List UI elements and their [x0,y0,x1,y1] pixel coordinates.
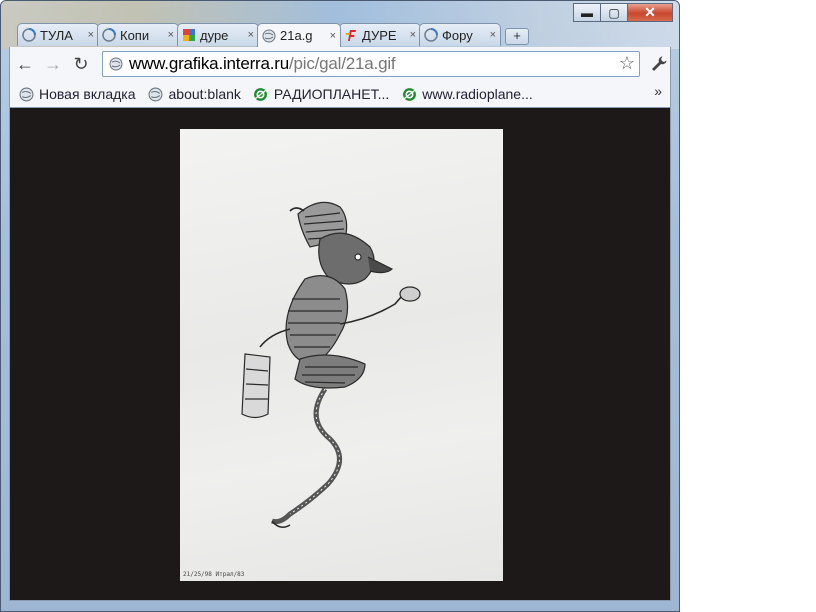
bookmark-label: www.radioplane... [422,86,533,102]
tab-1[interactable]: ТУЛА × [17,23,99,46]
wrench-menu-icon[interactable] [650,55,668,78]
url-path: /pic/gal/21a.gif [289,54,396,73]
tab-close-icon[interactable]: × [248,29,254,41]
back-button[interactable]: ← [14,53,36,75]
tab-close-icon[interactable]: × [168,29,174,41]
tab-close-icon[interactable]: × [88,29,94,41]
bookmarks-bar: Новая вкладка about:blank РАДИОПЛАНЕТ...… [18,83,545,105]
radioplanet-icon [401,86,417,102]
globe-icon [148,86,164,102]
globe-icon [262,29,276,43]
creature-drawing [241,201,421,528]
f-logo-icon [344,28,358,42]
tab-5[interactable]: ДУРЕ × [339,23,421,46]
tab-label: дуре [200,27,229,43]
address-bar[interactable]: www.grafika.interra.ru/pic/gal/21a.gif ☆ [102,51,640,77]
globe-icon [18,86,34,102]
browser-window: ▬ ▢ ✕ ТУЛА × Копи × дуре × 21a.g × ДУРЕ … [0,0,680,612]
tab-strip: ТУЛА × Копи × дуре × 21a.g × ДУРЕ × Фору… [17,23,529,47]
displayed-image: 21/25/98 Итрал/83 [180,129,503,581]
tab-label: ДУРЕ [362,27,397,43]
bookmark-item[interactable]: www.radioplane... [401,86,533,102]
bookmark-label: about:blank [168,86,241,102]
radioplanet-icon [253,86,269,102]
tab-label: Копи [120,27,150,43]
tab-label: ТУЛА [40,27,73,43]
url-host: www.grafika.interra.ru [129,54,289,73]
minimize-button[interactable]: ▬ [573,3,601,22]
tab-close-icon[interactable]: × [490,29,496,41]
close-window-button[interactable]: ✕ [627,3,673,22]
globe-icon [109,57,123,71]
image-caption: 21/25/98 Итрал/83 [183,571,245,578]
window-controls: ▬ ▢ ✕ [573,3,673,22]
globe-spinner-icon [22,28,36,42]
bookmark-star-icon[interactable]: ☆ [619,53,635,74]
tab-active[interactable]: 21a.g × [257,23,341,47]
tab-2[interactable]: Копи × [97,23,179,46]
tab-3[interactable]: дуре × [177,23,259,46]
page-content: 21/25/98 Итрал/83 [9,107,671,601]
tab-close-icon[interactable]: × [330,30,336,42]
url-text: www.grafika.interra.ru/pic/gal/21a.gif [129,54,396,74]
globe-spinner-icon [424,28,438,42]
maximize-button[interactable]: ▢ [600,3,628,22]
bookmark-item[interactable]: РАДИОПЛАНЕТ... [253,86,389,102]
google-icon [182,28,196,42]
bookmark-label: Новая вкладка [39,86,136,102]
bookmark-label: РАДИОПЛАНЕТ... [273,86,390,102]
tab-label: 21a.g [280,28,313,43]
forward-button[interactable]: → [42,53,64,75]
toolbar: ← → ↻ www.grafika.interra.ru/pic/gal/21a… [9,47,671,107]
bookmark-item[interactable]: about:blank [148,86,241,102]
reload-button[interactable]: ↻ [70,53,92,75]
tab-6[interactable]: Фору × [419,23,501,46]
tab-close-icon[interactable]: × [410,29,416,41]
new-tab-button[interactable]: + [505,28,529,45]
tab-label: Фору [442,27,473,43]
globe-spinner-icon [102,28,116,42]
bookmarks-overflow-icon[interactable]: » [654,83,662,99]
bookmark-item[interactable]: Новая вкладка [18,86,136,102]
